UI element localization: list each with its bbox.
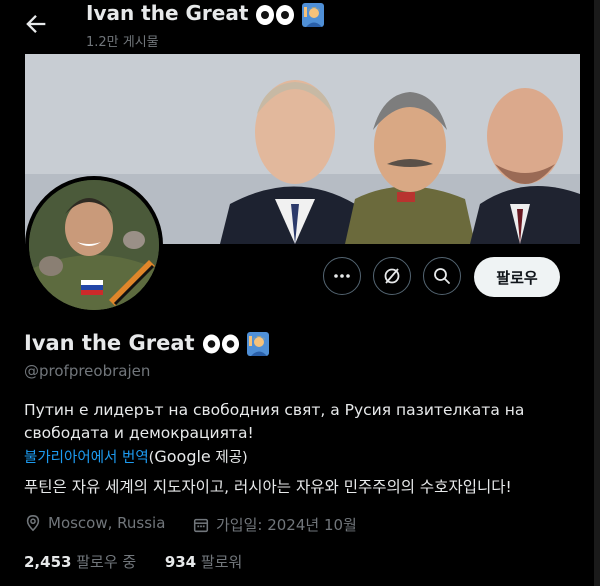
- header-title-text: Ivan the Great: [86, 1, 249, 25]
- person-raising-hand-emoji-icon: [247, 332, 270, 356]
- followers-count: 934: [164, 553, 197, 571]
- follow-stats: 2,453 팔로우 중 934 팔로워: [24, 551, 242, 572]
- top-bar: Ivan the Great 1.2만 게시물: [0, 0, 600, 54]
- avatar-image: [29, 180, 159, 310]
- location-pin-icon: [26, 515, 40, 532]
- calendar-icon: [193, 518, 209, 532]
- follow-button[interactable]: 팔로우: [474, 257, 560, 297]
- eyes-emoji-icon: [256, 4, 295, 25]
- location: Moscow, Russia: [24, 514, 165, 532]
- profile-handle: @profpreobrajen: [24, 362, 151, 380]
- scrollbar[interactable]: [594, 0, 600, 586]
- translated-bio: 푸틴은 자유 세계의 지도자이고, 러시아는 자유와 민주주의의 수호자입니다!: [24, 478, 512, 496]
- search-icon: [434, 268, 450, 284]
- profile-avatar[interactable]: [25, 176, 163, 314]
- profile-bio: Путин е лидерът на свободния свят, а Рус…: [24, 401, 525, 442]
- eyes-emoji-icon: [202, 334, 239, 354]
- person-raising-hand-emoji-icon: [302, 2, 325, 27]
- header-title: Ivan the Great: [86, 1, 325, 27]
- location-text: Moscow, Russia: [48, 514, 166, 532]
- followers-link[interactable]: 934 팔로워: [165, 553, 243, 571]
- translate-row: 불가리아어에서 번역(Google 제공): [24, 446, 248, 467]
- search-button[interactable]: [423, 257, 461, 295]
- translate-suffix: 제공): [210, 450, 248, 466]
- translate-link[interactable]: 불가리아어에서 번역: [24, 450, 149, 466]
- following-count: 2,453: [24, 553, 72, 571]
- grok-icon: [384, 268, 400, 284]
- more-options-button[interactable]: [323, 257, 361, 295]
- join-date-text: 가입일: 2024년 10월: [216, 516, 357, 534]
- profile-name: Ivan the Great: [24, 331, 270, 356]
- following-link[interactable]: 2,453 팔로우 중: [24, 553, 136, 571]
- grok-button[interactable]: [373, 257, 411, 295]
- post-count: 1.2만 게시물: [86, 35, 159, 50]
- followers-label: 팔로워: [200, 553, 243, 571]
- google-label: Google: [154, 447, 211, 466]
- profile-name-text: Ivan the Great: [24, 331, 195, 355]
- back-arrow-icon[interactable]: [22, 10, 50, 38]
- more-icon: [334, 274, 350, 278]
- join-date: 가입일: 2024년 10월: [192, 514, 357, 535]
- following-label: 팔로우 중: [76, 553, 137, 571]
